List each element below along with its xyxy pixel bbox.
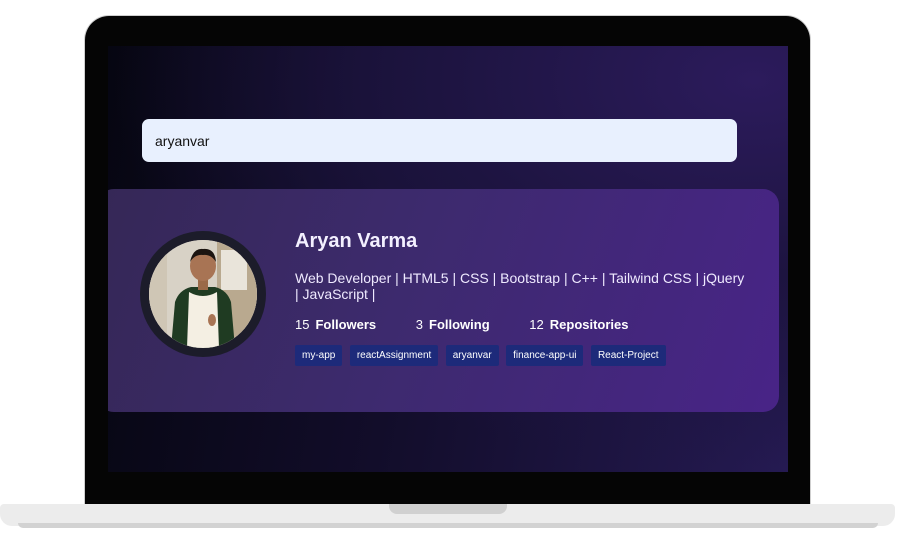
stat-repositories: 12 Repositories xyxy=(529,317,628,332)
avatar-photo xyxy=(149,240,257,348)
profile-name: Aryan Varma xyxy=(295,230,418,252)
laptop-base-shadow xyxy=(18,523,878,528)
stat-following: 3 Following xyxy=(416,317,490,332)
repo-tag[interactable]: finance-app-ui xyxy=(506,345,584,366)
stat-label: Following xyxy=(429,317,490,332)
repo-list: my-app reactAssignment aryanvar finance-… xyxy=(295,345,669,366)
repo-tag[interactable]: reactAssignment xyxy=(349,345,439,366)
search-input[interactable] xyxy=(142,119,737,162)
profile-bio: Web Developer | HTML5 | CSS | Bootstrap … xyxy=(295,270,745,302)
avatar xyxy=(140,231,266,357)
laptop-notch xyxy=(389,504,507,514)
stat-count: 3 xyxy=(415,317,424,332)
repo-tag[interactable]: React-Project xyxy=(590,345,666,366)
repo-tag[interactable]: aryanvar xyxy=(445,345,499,366)
profile-card: Aryan Varma Web Developer | HTML5 | CSS … xyxy=(108,189,779,412)
stat-label: Repositories xyxy=(549,317,629,332)
repo-tag[interactable]: my-app xyxy=(295,345,343,366)
stat-count: 15 xyxy=(295,317,310,332)
app-screen: Aryan Varma Web Developer | HTML5 | CSS … xyxy=(108,46,788,472)
profile-stats: 15 Followers 3 Following 12 Repositories xyxy=(295,317,665,332)
stat-label: Followers xyxy=(315,317,377,332)
stat-count: 12 xyxy=(529,317,544,332)
stat-followers: 15 Followers xyxy=(295,317,376,332)
